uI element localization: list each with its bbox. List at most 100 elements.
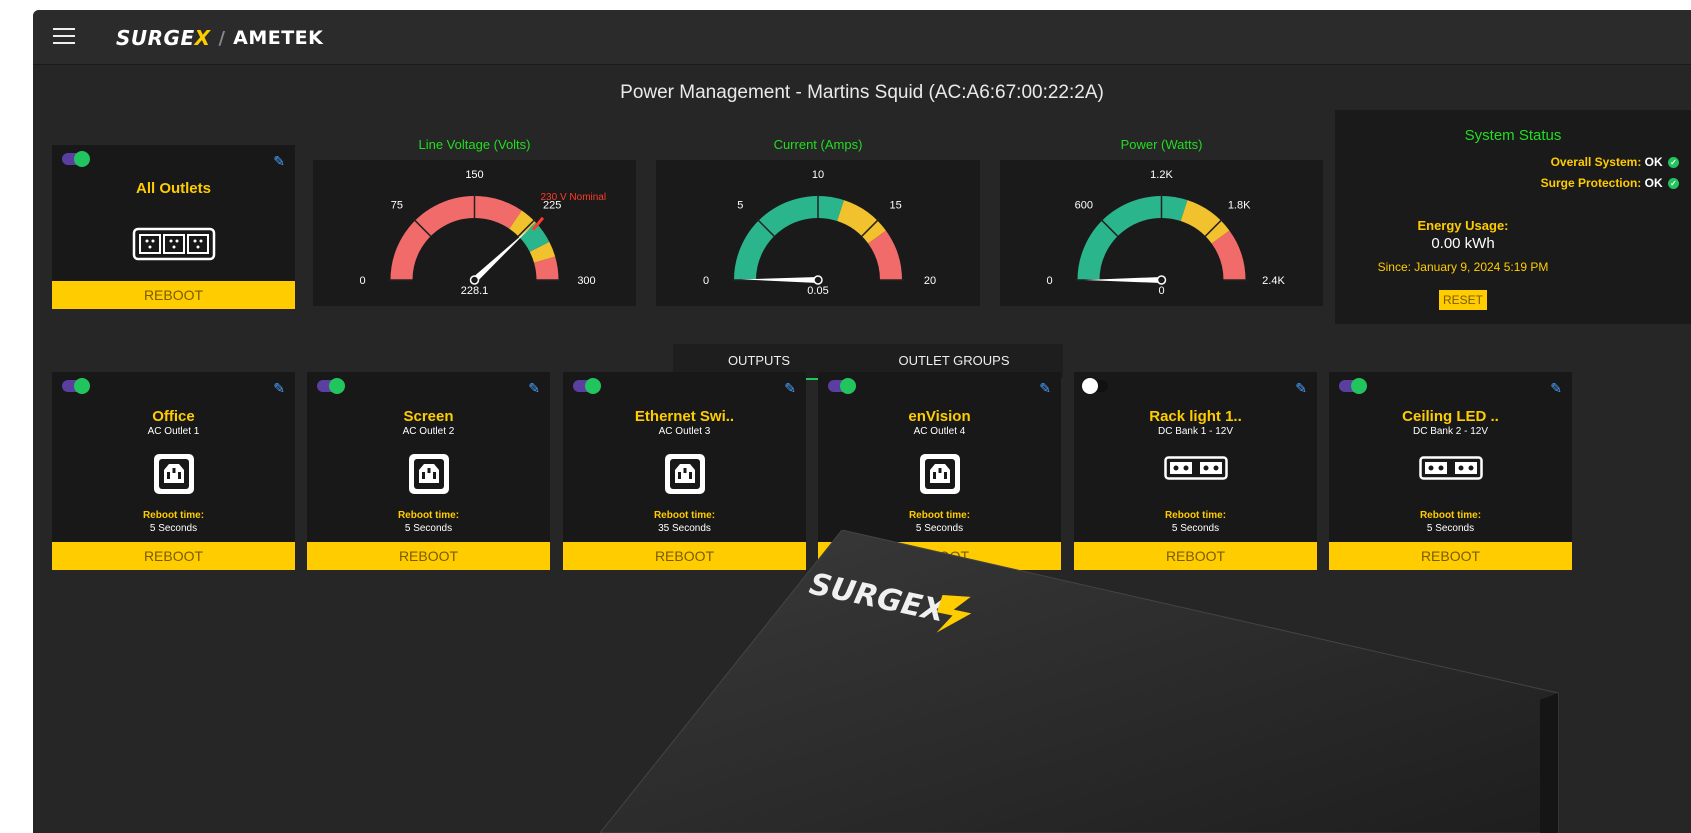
outlet-subtitle: AC Outlet 1 — [147, 426, 200, 437]
outlet-tile: ✎ Office AC Outlet 1 Reboot time: 5 Seconds R… — [52, 372, 295, 570]
energy-usage-value: 0.00 kWh — [1431, 235, 1495, 252]
outlet-subtitle: AC Outlet 2 — [402, 426, 455, 437]
current-gauge: 0 5 10 15 20 0.05 — [656, 160, 980, 306]
brand-logo: SURGEX / AMETEK — [116, 24, 323, 52]
outlet-name: Ethernet Swi.. — [634, 408, 735, 425]
gauge-value-label: 0.05 — [807, 285, 828, 297]
page-title: Power Management - Martins Squid (AC:A6:… — [620, 82, 1104, 103]
ac-outlet-icon — [409, 454, 449, 494]
outlet-subtitle: AC Outlet 3 — [658, 426, 711, 437]
gauge-zone — [519, 222, 550, 253]
overall-system-status: Overall System: OK ✓ — [1551, 155, 1679, 169]
gauge-tick-label: 10 — [812, 169, 824, 181]
gauge-zone — [836, 200, 886, 244]
outlet-subtitle: DC Bank 1 - 12V — [1157, 426, 1234, 437]
gauge-tick-label: 0 — [1046, 275, 1052, 287]
gauge-hub — [1156, 275, 1167, 285]
multi-outlet-icon — [132, 227, 216, 261]
power-gauge: 0 600 1.2K 1.8K 2.4K 0 — [1000, 160, 1323, 306]
outlet-name: enVision — [908, 408, 971, 425]
reboot-time-value: 5 Seconds — [404, 523, 453, 534]
edit-icon[interactable]: ✎ — [528, 380, 540, 397]
ac-outlet-icon — [665, 454, 705, 494]
gauge-value-label: 0 — [1158, 285, 1164, 297]
current-gauge-title: Current (Amps) — [773, 137, 863, 152]
outlet-name: Screen — [403, 408, 454, 425]
brand-surgex: SURGEX — [116, 26, 211, 50]
gauge-needle — [472, 227, 531, 283]
gauge-zone — [734, 196, 844, 281]
ac-outlet-icon — [154, 454, 194, 494]
nominal-note: 230 V Nominal — [541, 192, 607, 203]
gauge-hub — [469, 275, 480, 285]
system-status-title: System Status — [1464, 127, 1562, 144]
all-outlets-label: All Outlets — [135, 180, 211, 197]
gauge-zone — [1211, 230, 1246, 281]
check-icon: ✓ — [1668, 157, 1679, 169]
gauge-zone — [390, 196, 522, 281]
gauge-tick-label: 300 — [577, 275, 595, 287]
gauge-tick-label: 5 — [737, 199, 743, 211]
outlet-name: Rack light 1.. — [1149, 408, 1242, 425]
voltage-gauge-title: Line Voltage (Volts) — [418, 137, 531, 152]
reboot-time-value: 5 Seconds — [149, 523, 198, 534]
gauge-tick-label: 1.8K — [1228, 199, 1251, 211]
power-gauge-title: Power (Watts) — [1120, 137, 1203, 152]
outlet-name: Ceiling LED .. — [1402, 408, 1499, 425]
edit-icon[interactable]: ✎ — [273, 153, 285, 170]
outlet-toggle[interactable] — [317, 378, 345, 394]
reboot-time-label: Reboot time: — [1419, 510, 1482, 521]
dc-bank-icon — [1419, 456, 1483, 480]
surge-protection-status: Surge Protection: OK ✓ — [1541, 176, 1679, 190]
outlet-toggle[interactable] — [62, 378, 90, 394]
all-outlets-toggle[interactable] — [62, 151, 90, 167]
outlet-toggle[interactable] — [1339, 378, 1367, 394]
reboot-time-label: Reboot time: — [397, 510, 460, 521]
gauge-tick-label: 2.4K — [1262, 275, 1285, 287]
top-bar: SURGEX / AMETEK — [33, 10, 1691, 65]
gauge-zone — [533, 256, 559, 281]
app-window: SURGEX / AMETEK Power Management - Marti… — [33, 10, 1691, 833]
edit-icon[interactable]: ✎ — [784, 380, 796, 397]
brand-separator: / — [218, 27, 226, 49]
ac-outlet-icon — [920, 454, 960, 494]
gauge-hub — [813, 275, 823, 285]
gauge-zone — [529, 241, 556, 263]
gauge-tick-label: 150 — [465, 169, 483, 181]
gauge-zone — [1077, 196, 1188, 281]
gauge-zone — [1180, 200, 1230, 244]
gauge-tick-label: 600 — [1075, 199, 1093, 211]
gauge-tick-label: 15 — [890, 199, 902, 211]
gauge-tick-label: 0 — [703, 275, 709, 287]
outlet-toggle[interactable] — [828, 378, 856, 394]
dc-bank-icon — [1164, 456, 1228, 480]
reboot-time-label: Reboot time: — [653, 510, 716, 521]
reboot-time-label: Reboot time: — [142, 510, 205, 521]
edit-icon[interactable]: ✎ — [1295, 380, 1307, 397]
energy-reset-button[interactable]: RESET — [1439, 290, 1487, 310]
menu-icon[interactable] — [53, 28, 75, 44]
outlet-name: Office — [152, 408, 195, 425]
gauge-tick-label: 20 — [924, 275, 936, 287]
system-status-panel: System Status Overall System: OK ✓ Surge… — [1335, 110, 1691, 201]
outlet-subtitle: AC Outlet 4 — [913, 426, 966, 437]
brand-ametek: AMETEK — [233, 27, 324, 49]
all-outlets-tile: ✎ All Outlets REBOOT — [52, 145, 295, 309]
outlet-reboot-button[interactable]: REBOOT — [52, 542, 295, 570]
gauge-tick-label: 0 — [359, 275, 365, 287]
outlet-toggle[interactable] — [1082, 378, 1108, 394]
outlet-reboot-button[interactable]: REBOOT — [307, 542, 550, 570]
check-icon: ✓ — [1668, 178, 1679, 190]
energy-usage-title: Energy Usage: — [1417, 218, 1509, 233]
edit-icon[interactable]: ✎ — [1039, 380, 1051, 397]
gauge-value-label: 228.1 — [461, 285, 489, 297]
energy-usage-panel: Energy Usage: 0.00 kWh Since: January 9,… — [1335, 198, 1691, 324]
all-outlets-reboot-button[interactable]: REBOOT — [52, 281, 295, 309]
gauge-tick-label: 1.2K — [1150, 169, 1173, 181]
edit-icon[interactable]: ✎ — [1550, 380, 1562, 397]
reboot-time-label: Reboot time: — [908, 510, 971, 521]
surgex-device-image: SURGEX — [600, 530, 1559, 833]
outlet-subtitle: DC Bank 2 - 12V — [1412, 426, 1489, 437]
edit-icon[interactable]: ✎ — [273, 380, 285, 397]
outlet-toggle[interactable] — [573, 378, 601, 394]
